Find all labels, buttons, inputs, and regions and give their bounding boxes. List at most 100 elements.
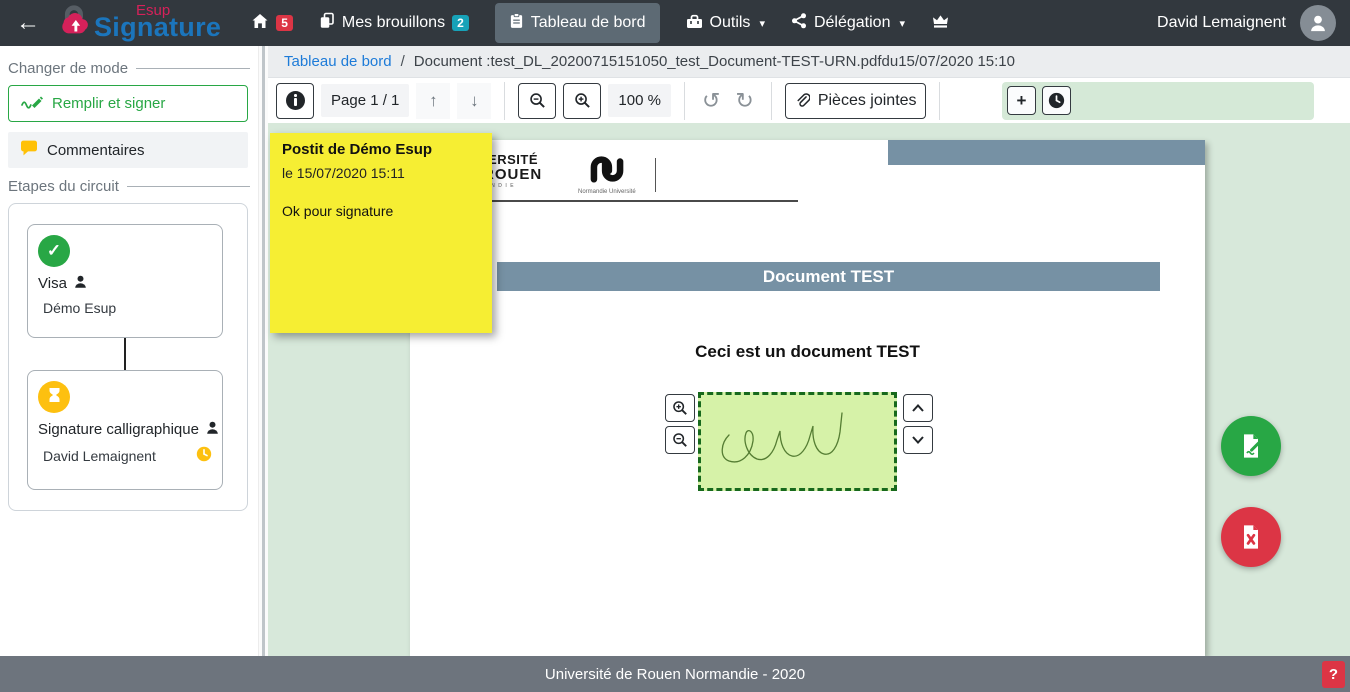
signature-pen-icon: [21, 94, 43, 113]
zoom-out-button[interactable]: [518, 83, 556, 119]
sidebar-scrollbar[interactable]: [258, 46, 268, 656]
user-icon: [205, 420, 220, 439]
magnifier-plus-icon: [574, 92, 591, 109]
signature-move-down-button[interactable]: [903, 426, 933, 454]
breadcrumb-dashboard-link[interactable]: Tableau de bord: [284, 53, 392, 70]
workflow-step-signature[interactable]: Signature calligraphique David Lemaignen…: [27, 370, 223, 490]
chevron-down-icon: ▾: [759, 17, 765, 30]
comments-button[interactable]: Commentaires: [8, 132, 248, 168]
nav-drafts[interactable]: Mes brouillons 2: [319, 12, 469, 34]
rotate-right-button[interactable]: ↻: [731, 88, 757, 114]
comments-label: Commentaires: [47, 142, 145, 159]
logo-separator: [655, 158, 656, 192]
postit-note[interactable]: Postit de Démo Esup le 15/07/2020 15:11 …: [270, 133, 492, 333]
lock-cloud-icon: [54, 2, 92, 45]
signature-zoom-out-button[interactable]: [665, 426, 695, 454]
breadcrumb: Tableau de bord / Document :test_DL_2020…: [268, 46, 1350, 78]
undo-icon: ↺: [702, 88, 720, 113]
footer: Université de Rouen Normandie - 2020 ?: [0, 656, 1350, 692]
logo-esup: Esup: [136, 2, 170, 19]
nav-dashboard-label: Tableau de bord: [531, 14, 646, 32]
nav-delegation[interactable]: Délégation ▾: [791, 12, 905, 34]
step-user-row: Démo Esup: [38, 300, 212, 316]
signature-move-controls: [903, 394, 933, 454]
refuse-button[interactable]: [1221, 507, 1281, 567]
attachments-button[interactable]: Pièces jointes: [785, 83, 926, 119]
home-icon: [251, 13, 269, 34]
nav-admin[interactable]: [931, 13, 950, 34]
document-top-band: [888, 140, 1205, 165]
step-user-row: David Lemaignent: [38, 446, 212, 465]
info-button[interactable]: [276, 83, 314, 119]
history-button[interactable]: [1042, 86, 1071, 115]
user-name: David Lemaignent: [1157, 14, 1286, 32]
next-page-button[interactable]: ↓: [457, 83, 491, 119]
document-title: Document TEST: [763, 267, 894, 287]
step-user-name: David Lemaignent: [43, 448, 156, 464]
nav-dashboard[interactable]: Tableau de bord: [495, 3, 660, 43]
chevron-up-icon: [911, 403, 925, 413]
clock-icon: [1048, 92, 1065, 109]
divider: [684, 82, 685, 120]
document-body-text: Ceci est un document TEST: [410, 342, 1205, 362]
step-user-name: Démo Esup: [43, 300, 116, 316]
step-connector: [124, 338, 126, 370]
plus-icon: +: [1017, 91, 1027, 111]
user-icon: [73, 274, 88, 293]
scrollbar-thumb[interactable]: [262, 46, 265, 656]
signature-move-up-button[interactable]: [903, 394, 933, 422]
steps-section-label: Etapes du circuit: [8, 178, 119, 195]
step-pending-badge: [38, 381, 70, 413]
left-sidebar: Changer de mode Remplir et signer Commen…: [0, 46, 258, 656]
nav-delegation-label: Délégation: [814, 14, 891, 32]
partner-caption: Normandie Université: [578, 189, 636, 195]
chevron-down-icon: [911, 435, 925, 445]
divider: [127, 186, 250, 187]
magnifier-minus-icon: [672, 432, 688, 448]
arrow-up-icon: ↑: [429, 91, 438, 111]
nav-tools[interactable]: Outils ▾: [686, 13, 765, 34]
nav-home[interactable]: 5: [251, 13, 293, 34]
interlocked-logo-icon: [585, 155, 629, 183]
chevron-down-icon: ▾: [899, 17, 905, 30]
workflow-step-visa[interactable]: ✓ Visa Démo Esup: [27, 224, 223, 338]
normandie-universite-logo: Normandie Université: [578, 155, 636, 195]
check-icon: ✓: [47, 241, 61, 261]
mode-section-label: Changer de mode: [8, 60, 128, 77]
step-title-row: Visa: [38, 274, 212, 293]
avatar[interactable]: [1300, 5, 1336, 41]
file-signature-icon: [1237, 432, 1265, 460]
magnifier-minus-icon: [529, 92, 546, 109]
zoom-in-button[interactable]: [563, 83, 601, 119]
top-navbar: ← Esup Signature 5 Mes brouillons 2: [0, 0, 1350, 46]
mode-section-title: Changer de mode: [8, 60, 250, 77]
zoom-level: 100 %: [608, 84, 671, 117]
hourglass-icon: [48, 387, 61, 408]
redo-icon: ↻: [735, 88, 753, 113]
app-logo[interactable]: Esup Signature: [54, 2, 221, 45]
step-completed-badge: ✓: [38, 235, 70, 267]
signature-drop-zone[interactable]: [698, 392, 897, 491]
fill-and-sign-label: Remplir et signer: [52, 95, 165, 112]
fill-and-sign-button[interactable]: Remplir et signer: [8, 85, 248, 122]
info-icon: [286, 91, 305, 110]
previous-page-button[interactable]: ↑: [416, 83, 450, 119]
step-title: Signature calligraphique: [38, 421, 199, 438]
step-title: Visa: [38, 275, 67, 292]
postit-title: Postit de Démo Esup: [282, 141, 480, 158]
signature-stroke: [701, 395, 894, 488]
sign-button[interactable]: [1221, 416, 1281, 476]
nav-items: 5 Mes brouillons 2 Tableau de bord Outil…: [251, 3, 950, 43]
divider: [504, 82, 505, 120]
footer-text: Université de Rouen Normandie - 2020: [545, 666, 805, 683]
copy-icon: [319, 12, 335, 34]
divider: [771, 82, 772, 120]
paperclip-icon: [794, 93, 810, 109]
add-button[interactable]: +: [1007, 86, 1036, 115]
rotate-left-button[interactable]: ↺: [698, 88, 724, 114]
pdf-page: UNIVERSITÉ DE ROUEN NORMANDIE Normandie …: [410, 140, 1205, 656]
signature-zoom-in-button[interactable]: [665, 394, 695, 422]
back-arrow-icon[interactable]: ←: [16, 9, 40, 37]
help-button[interactable]: ?: [1322, 661, 1345, 688]
drafts-badge: 2: [452, 15, 469, 31]
